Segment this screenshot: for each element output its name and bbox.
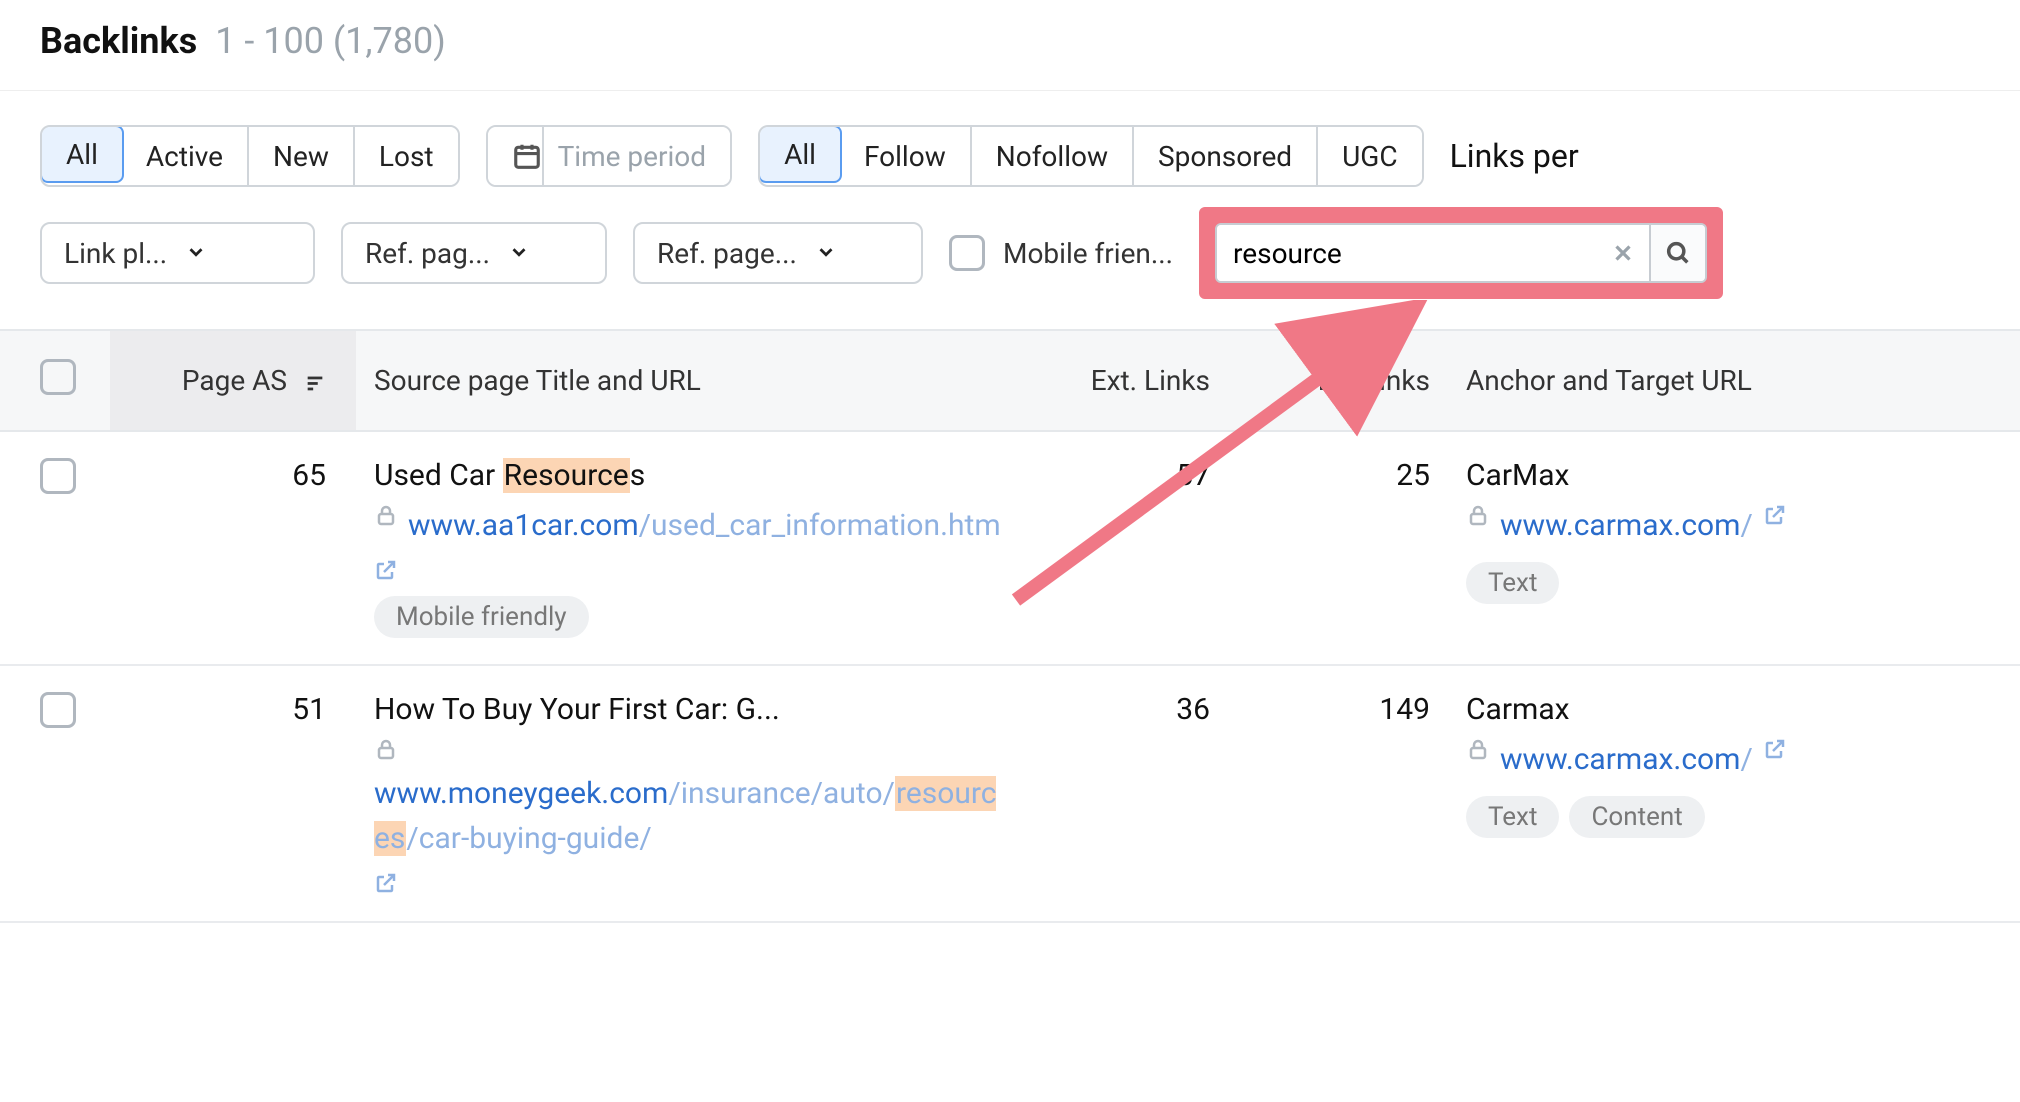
table-header-int-links[interactable]: Int. Links: [1228, 330, 1448, 431]
row-checkbox[interactable]: [40, 692, 76, 728]
source-url-link[interactable]: www.moneygeek.com/insurance/auto/resourc…: [374, 771, 1008, 861]
status-filter-lost[interactable]: Lost: [355, 127, 458, 185]
source-title: Used Car Resources: [374, 458, 1008, 493]
select-all-checkbox[interactable]: [40, 359, 76, 395]
page-title: Backlinks: [40, 20, 197, 62]
anchor-text: CarMax: [1466, 458, 2002, 493]
rel-filter-follow[interactable]: Follow: [840, 127, 972, 185]
row-checkbox[interactable]: [40, 458, 76, 494]
lock-icon: [1466, 737, 1490, 761]
search-box: [1215, 223, 1707, 283]
lock-icon: [1466, 503, 1490, 527]
rel-filter-sponsored[interactable]: Sponsored: [1134, 127, 1318, 185]
int-links-value: 149: [1228, 665, 1448, 922]
chevron-down-icon: [508, 237, 530, 270]
target-url-link[interactable]: www.carmax.com/: [1500, 503, 1753, 548]
table-header-source[interactable]: Source page Title and URL: [356, 330, 1026, 431]
lock-icon: [374, 737, 398, 761]
page-as-label: Page AS: [182, 364, 287, 397]
status-filter-group: All Active New Lost: [40, 125, 460, 187]
links-per-truncated[interactable]: Links per: [1450, 137, 1579, 175]
external-link-icon[interactable]: [374, 871, 398, 895]
ext-links-value: 36: [1026, 665, 1228, 922]
sort-desc-icon: [304, 372, 326, 394]
badge-mobile-friendly: Mobile friendly: [374, 596, 589, 638]
page-header: Backlinks 1 - 100 (1,780): [0, 0, 2020, 91]
badge-text: Text: [1466, 796, 1559, 838]
anchor-cell: CarMax www.carmax.com/ Text: [1448, 431, 2020, 665]
time-period-label: Time period: [544, 127, 731, 185]
search-input[interactable]: [1217, 225, 1597, 281]
table-header-ext-links[interactable]: Ext. Links: [1026, 330, 1228, 431]
clear-icon[interactable]: [1597, 225, 1649, 281]
table-header-row: Page AS Source page Title and URL Ext. L…: [0, 330, 2020, 431]
int-links-value: 25: [1228, 431, 1448, 665]
fade-overlay: [0, 992, 2020, 1102]
source-cell: Used Car Resources www.aa1car.com/used_c…: [356, 431, 1026, 665]
source-cell: How To Buy Your First Car: G... www.mone…: [356, 665, 1026, 922]
source-title: How To Buy Your First Car: G...: [374, 692, 1008, 727]
table-header-anchor[interactable]: Anchor and Target URL: [1448, 330, 2020, 431]
link-placement-dropdown[interactable]: Link pl...: [40, 222, 315, 284]
table-header-checkbox: [0, 330, 110, 431]
lock-icon: [374, 503, 398, 527]
table-row: 65 Used Car Resources www.aa1car.com/use…: [0, 431, 2020, 665]
backlinks-table: Page AS Source page Title and URL Ext. L…: [0, 329, 2020, 923]
page-as-value: 65: [110, 431, 356, 665]
rel-filter-ugc[interactable]: UGC: [1318, 127, 1421, 185]
ref-page-dropdown-1[interactable]: Ref. pag...: [341, 222, 607, 284]
mobile-friendly-checkbox[interactable]: Mobile frien...: [949, 235, 1173, 271]
page-count: 1 - 100 (1,780): [215, 20, 446, 62]
badge-text: Text: [1466, 562, 1559, 604]
ref-page-1-label: Ref. pag...: [365, 237, 490, 270]
target-url-link[interactable]: www.carmax.com/: [1500, 737, 1753, 782]
ref-page-dropdown-2[interactable]: Ref. page...: [633, 222, 923, 284]
toolbar: All Active New Lost Time period All Foll…: [0, 91, 2020, 317]
anchor-cell: Carmax www.carmax.com/ TextContent: [1448, 665, 2020, 922]
chevron-down-icon: [815, 237, 837, 270]
search-highlight: [1199, 207, 1723, 299]
table-header-page-as[interactable]: Page AS: [110, 330, 356, 431]
status-filter-new[interactable]: New: [249, 127, 355, 185]
time-period-picker[interactable]: Time period: [486, 125, 733, 187]
table-row: 51 How To Buy Your First Car: G... www.m…: [0, 665, 2020, 922]
external-link-icon[interactable]: [1763, 737, 1787, 761]
calendar-icon: [488, 127, 544, 185]
checkbox-box[interactable]: [949, 235, 985, 271]
rel-filter-nofollow[interactable]: Nofollow: [972, 127, 1134, 185]
anchor-text: Carmax: [1466, 692, 2002, 727]
mobile-friendly-label: Mobile frien...: [1003, 237, 1173, 270]
ext-links-value: 57: [1026, 431, 1228, 665]
chevron-down-icon: [185, 237, 207, 270]
source-url-link[interactable]: www.aa1car.com/used_car_information.htm: [408, 503, 1001, 548]
status-filter-all[interactable]: All: [40, 125, 124, 183]
link-placement-label: Link pl...: [64, 237, 167, 270]
ref-page-2-label: Ref. page...: [657, 237, 797, 270]
page-as-value: 51: [110, 665, 356, 922]
external-link-icon[interactable]: [1763, 503, 1787, 527]
rel-filter-group: All Follow Nofollow Sponsored UGC: [758, 125, 1424, 187]
external-link-icon[interactable]: [374, 558, 398, 582]
badge-content: Content: [1569, 796, 1704, 838]
search-icon[interactable]: [1649, 225, 1705, 281]
rel-filter-all[interactable]: All: [758, 125, 842, 183]
status-filter-active[interactable]: Active: [122, 127, 249, 185]
